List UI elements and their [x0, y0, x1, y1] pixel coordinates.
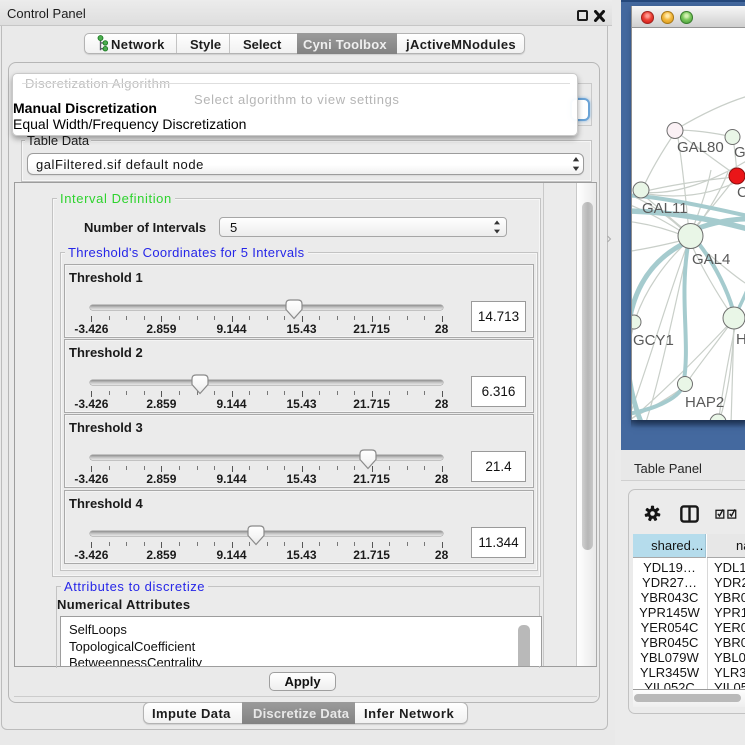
svg-text:GCY1: GCY1: [633, 332, 674, 349]
svg-text:GAL11: GAL11: [642, 200, 688, 217]
svg-text:GAL4: GAL4: [692, 251, 730, 268]
svg-text:H: H: [736, 331, 745, 348]
svg-text:GAL80: GAL80: [677, 139, 724, 156]
svg-text:C: C: [737, 184, 745, 201]
svg-text:GA: GA: [734, 144, 745, 161]
svg-text:HAP2: HAP2: [685, 394, 724, 411]
